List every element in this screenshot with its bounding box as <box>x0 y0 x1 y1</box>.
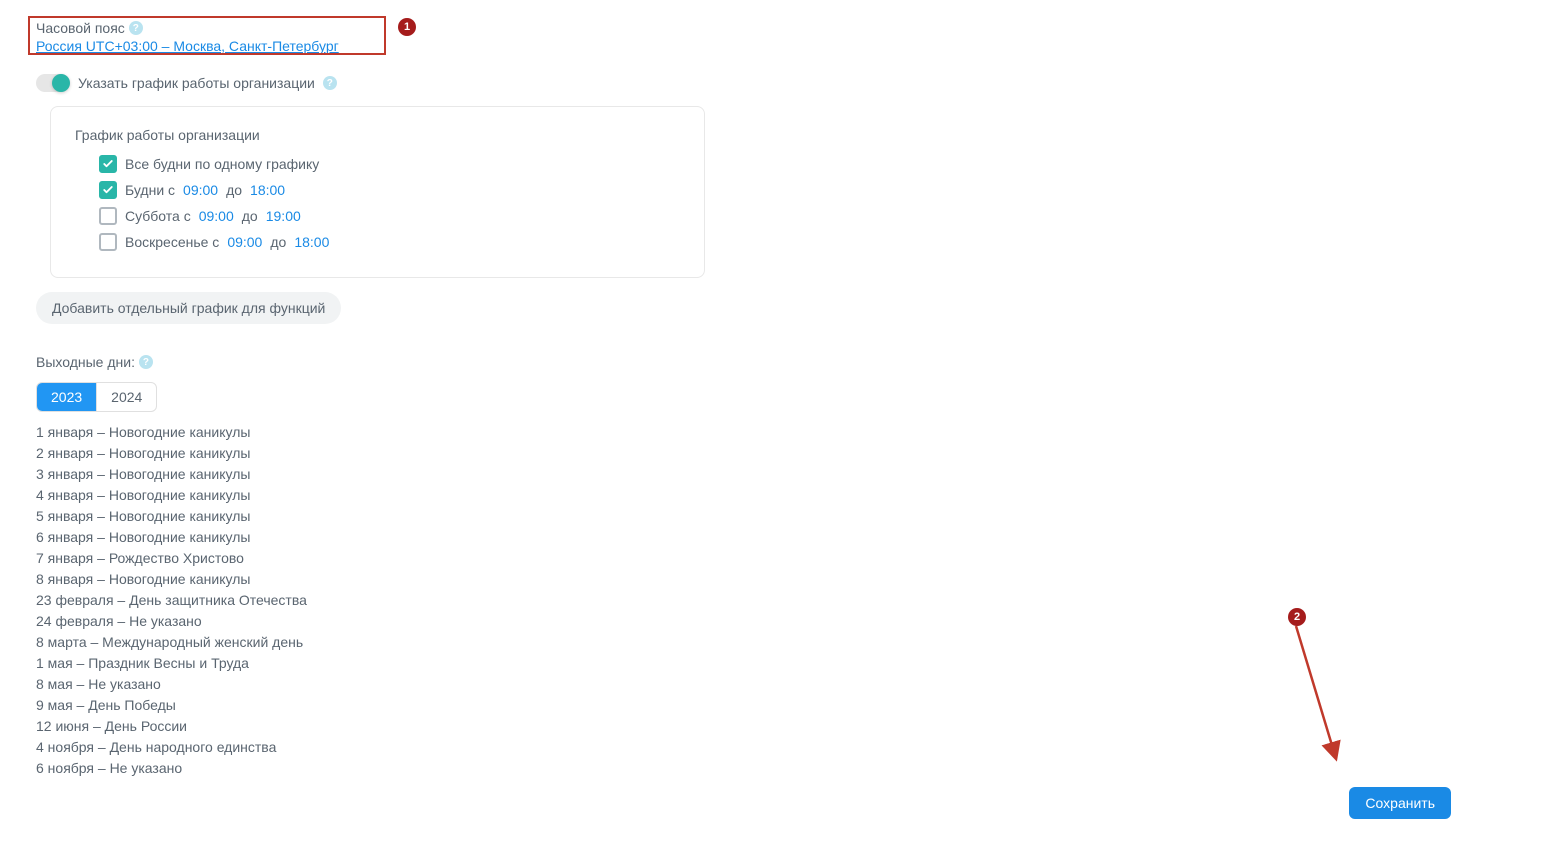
holidays-list: 1 января – Новогодние каникулы2 января –… <box>36 422 1505 779</box>
help-icon[interactable]: ? <box>139 355 153 369</box>
holiday-item: 8 марта – Международный женский день <box>36 632 1505 653</box>
checkbox-saturday[interactable] <box>99 207 117 225</box>
year-tabs: 2023 2024 <box>36 382 157 412</box>
sunday-to-time[interactable]: 18:00 <box>294 234 329 250</box>
schedule-toggle-label: Указать график работы организации <box>78 75 315 91</box>
holiday-item: 23 февраля – День защитника Отечества <box>36 590 1505 611</box>
schedule-title: График работы организации <box>75 127 680 143</box>
same-weekdays-label: Все будни по одному графику <box>125 156 319 172</box>
holiday-item: 1 мая – Праздник Весны и Труда <box>36 653 1505 674</box>
holiday-item: 8 января – Новогодние каникулы <box>36 569 1505 590</box>
checkbox-sunday[interactable] <box>99 233 117 251</box>
holiday-item: 9 мая – День Победы <box>36 695 1505 716</box>
holiday-item: 4 ноября – День народного единства <box>36 737 1505 758</box>
saturday-label: Суббота с <box>125 208 191 224</box>
year-tab-2024[interactable]: 2024 <box>96 383 156 411</box>
holidays-label: Выходные дни: <box>36 354 135 370</box>
holiday-item: 6 ноября – Не указано <box>36 758 1505 779</box>
to-label: до <box>270 234 286 250</box>
holiday-item: 1 января – Новогодние каникулы <box>36 422 1505 443</box>
check-icon <box>102 158 114 170</box>
schedule-toggle[interactable] <box>36 74 70 92</box>
checkbox-weekdays[interactable] <box>99 181 117 199</box>
help-icon[interactable]: ? <box>323 76 337 90</box>
schedule-card: График работы организации Все будни по о… <box>50 106 705 278</box>
add-function-schedule-button[interactable]: Добавить отдельный график для функций <box>36 292 341 324</box>
holiday-item: 4 января – Новогодние каникулы <box>36 485 1505 506</box>
holiday-item: 7 января – Рождество Христово <box>36 548 1505 569</box>
sunday-from-time[interactable]: 09:00 <box>227 234 262 250</box>
holiday-item: 12 июня – День России <box>36 716 1505 737</box>
weekdays-to-time[interactable]: 18:00 <box>250 182 285 198</box>
saturday-to-time[interactable]: 19:00 <box>266 208 301 224</box>
to-label: до <box>226 182 242 198</box>
holiday-item: 5 января – Новогодние каникулы <box>36 506 1505 527</box>
saturday-from-time[interactable]: 09:00 <box>199 208 234 224</box>
holiday-item: 8 мая – Не указано <box>36 674 1505 695</box>
check-icon <box>102 184 114 196</box>
timezone-label: Часовой пояс <box>36 20 125 36</box>
checkbox-same-weekdays[interactable] <box>99 155 117 173</box>
holiday-item: 3 января – Новогодние каникулы <box>36 464 1505 485</box>
sunday-label: Воскресенье с <box>125 234 219 250</box>
toggle-knob <box>52 74 70 92</box>
holiday-item: 6 января – Новогодние каникулы <box>36 527 1505 548</box>
timezone-value-link[interactable]: Россия UTC+03:00 – Москва, Санкт-Петербу… <box>36 38 339 54</box>
save-button[interactable]: Сохранить <box>1349 787 1451 819</box>
to-label: до <box>242 208 258 224</box>
holiday-item: 24 февраля – Не указано <box>36 611 1505 632</box>
help-icon[interactable]: ? <box>129 21 143 35</box>
weekdays-label: Будни с <box>125 182 175 198</box>
year-tab-2023[interactable]: 2023 <box>37 383 96 411</box>
holiday-item: 2 января – Новогодние каникулы <box>36 443 1505 464</box>
weekdays-from-time[interactable]: 09:00 <box>183 182 218 198</box>
